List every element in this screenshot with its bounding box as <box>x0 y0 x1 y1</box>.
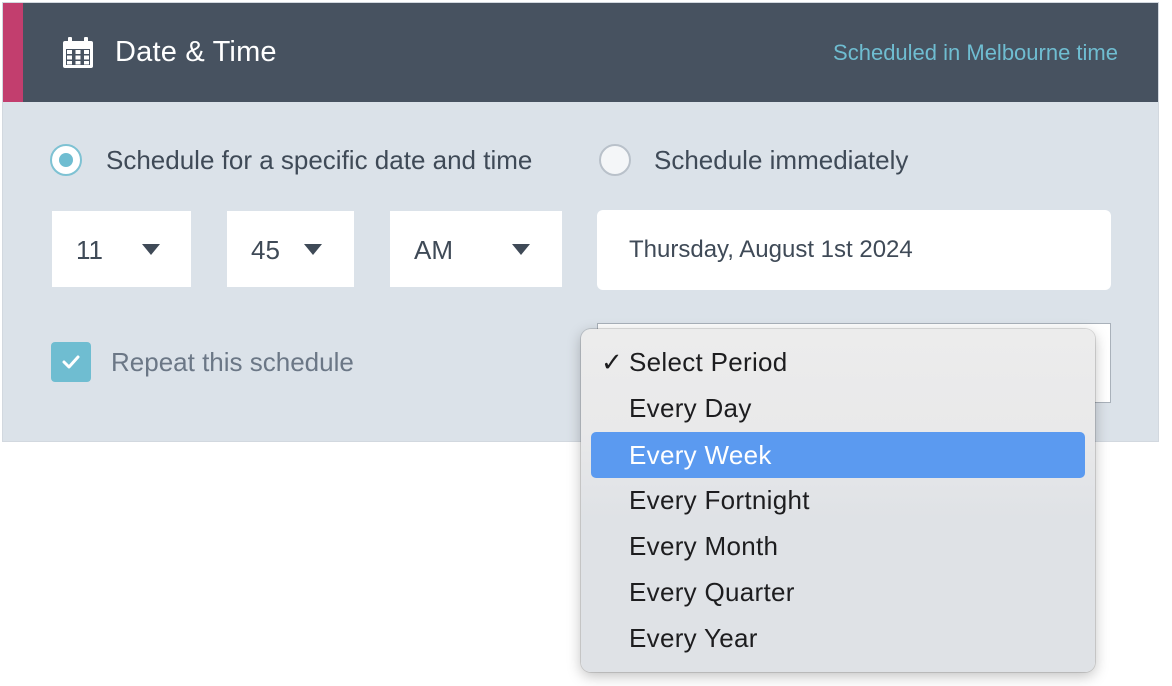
date-picker-input[interactable]: Thursday, August 1st 2024 <box>597 210 1111 290</box>
date-value: Thursday, August 1st 2024 <box>629 236 913 263</box>
dropdown-option-select-period[interactable]: ✓ Select Period <box>591 339 1085 385</box>
chevron-down-icon <box>512 244 530 255</box>
panel-title: Date & Time <box>115 36 277 68</box>
radio-schedule-immediately-label[interactable]: Schedule immediately <box>654 143 908 177</box>
chevron-down-icon <box>304 244 322 255</box>
dropdown-option-every-fortnight[interactable]: Every Fortnight <box>591 477 1085 523</box>
option-label: Select Period <box>629 347 788 377</box>
option-label: Every Week <box>629 440 772 470</box>
repeat-checkbox[interactable] <box>51 342 91 382</box>
timezone-note: Scheduled in Melbourne time <box>833 40 1118 65</box>
option-label: Every Quarter <box>629 577 795 607</box>
dropdown-option-every-week[interactable]: Every Week <box>591 432 1085 478</box>
dropdown-option-every-quarter[interactable]: Every Quarter <box>591 569 1085 615</box>
option-label: Every Year <box>629 623 758 653</box>
option-label: Every Fortnight <box>629 485 810 515</box>
ampm-value: AM <box>414 235 453 265</box>
dropdown-option-every-year[interactable]: Every Year <box>591 615 1085 661</box>
option-label: Every Month <box>629 531 779 561</box>
panel-header: Date & Time Scheduled in Melbourne time <box>3 3 1158 102</box>
header-accent-bar <box>3 3 23 102</box>
dropdown-option-every-month[interactable]: Every Month <box>591 523 1085 569</box>
period-dropdown-menu: ✓ Select Period Every Day Every Week Eve… <box>581 329 1095 672</box>
selected-check-icon: ✓ <box>601 347 623 377</box>
checkmark-icon <box>62 355 80 369</box>
hour-select[interactable]: 11 <box>52 211 191 287</box>
chevron-down-icon <box>142 244 160 255</box>
ampm-select[interactable]: AM <box>390 211 562 287</box>
radio-schedule-specific-label[interactable]: Schedule for a specific date and time <box>106 143 532 177</box>
calendar-icon <box>63 37 93 68</box>
dropdown-option-every-day[interactable]: Every Day <box>591 385 1085 431</box>
minute-value: 45 <box>251 235 280 265</box>
hour-value: 11 <box>76 235 103 265</box>
radio-schedule-immediately[interactable] <box>599 144 631 176</box>
option-label: Every Day <box>629 393 752 423</box>
minute-select[interactable]: 45 <box>227 211 354 287</box>
repeat-checkbox-label[interactable]: Repeat this schedule <box>111 345 354 379</box>
radio-schedule-specific[interactable] <box>50 144 82 176</box>
